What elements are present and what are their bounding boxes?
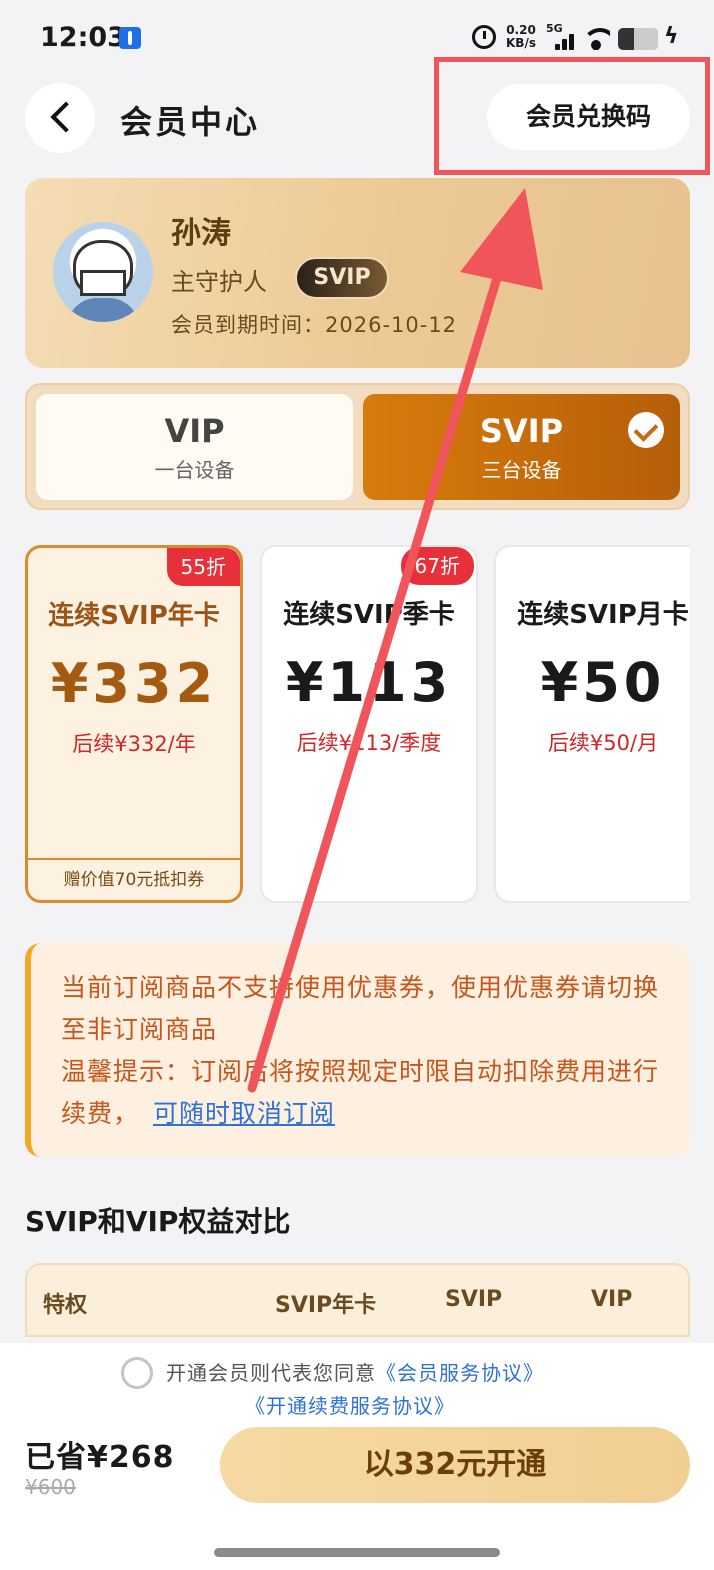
back-button[interactable] [25, 83, 95, 153]
discount-badge: 55折 [166, 548, 240, 586]
highlight-box [434, 57, 710, 175]
usb-icon [119, 27, 141, 49]
plan-renew-price: 后续¥50/月 [547, 731, 659, 755]
wifi-icon [582, 28, 610, 50]
svip-badge: SVIP [295, 257, 389, 299]
battery-icon [618, 28, 658, 50]
status-time: 12:03 [40, 22, 126, 53]
open-membership-button[interactable]: 以332元开通 [220, 1427, 690, 1503]
tab-vip-name: VIP [164, 412, 225, 450]
column-header: SVIP [445, 1287, 503, 1312]
net-speed-unit: KB/s [506, 36, 536, 50]
plan-card-annual[interactable]: 55折 连续SVIP年卡 ¥332 后续¥332/年 赠价值70元抵扣券 [25, 545, 243, 903]
plan-list: 55折 连续SVIP年卡 ¥332 后续¥332/年 赠价值70元抵扣券 67折… [25, 545, 690, 915]
renewal-agreement-link[interactable]: 《开通续费服务协议》 [245, 1390, 455, 1419]
agree-checkbox[interactable] [121, 1357, 153, 1389]
saved-amount: 已省¥268 [25, 1440, 175, 1475]
plan-name: 连续SVIP月卡 [517, 600, 689, 630]
plan-name: 连续SVIP年卡 [48, 601, 220, 631]
network-type: 5G [546, 22, 563, 35]
plan-card-monthly[interactable]: 连续SVIP月卡 ¥50 后续¥50/月 [494, 545, 690, 903]
tab-vip[interactable]: VIP 一台设备 [36, 394, 353, 500]
plan-gift: 赠价值70元抵扣券 [28, 858, 240, 900]
bottom-bar: 开通会员则代表您同意《会员服务协议》 《开通续费服务协议》 已省¥268 ¥60… [0, 1343, 714, 1570]
tab-svip-desc: 三台设备 [481, 458, 562, 482]
plan-price: ¥332 [50, 652, 218, 715]
member-service-agreement-link[interactable]: 《会员服务协议》 [376, 1361, 544, 1385]
plan-card-quarterly[interactable]: 67折 连续SVIP季卡 ¥113 后续¥113/季度 [260, 545, 478, 903]
plan-price: ¥50 [540, 651, 666, 714]
user-name: 孙涛 [171, 216, 231, 251]
discount-badge: 67折 [400, 547, 474, 585]
plan-price: ¥113 [285, 651, 453, 714]
notice-tip: 温馨提示：订阅后将按照规定时限自动扣除费用进行续费， [61, 1057, 660, 1128]
avatar [53, 222, 153, 322]
column-header: SVIP年卡 [275, 1293, 377, 1318]
expire-row: 会员到期时间：2026-10-12 [171, 309, 457, 339]
alarm-icon [472, 25, 496, 49]
agreement-text: 开通会员则代表您同意《会员服务协议》 [166, 1357, 544, 1386]
comparison-title: SVIP和VIP权益对比 [25, 1205, 291, 1238]
expire-label: 会员到期时间： [171, 313, 325, 337]
profile-card: 孙涛 主守护人 SVIP 会员到期时间：2026-10-12 [25, 178, 690, 368]
column-header: 特权 [43, 1293, 88, 1318]
expire-date: 2026-10-12 [325, 313, 458, 337]
page-title: 会员中心 [120, 103, 261, 141]
column-header: VIP [591, 1287, 633, 1312]
comparison-table-header: 特权 SVIP年卡 SVIP VIP [25, 1263, 690, 1337]
check-icon [628, 412, 664, 448]
charging-bolt-icon: ϟ [664, 24, 679, 49]
plan-renew-price: 后续¥113/季度 [296, 731, 442, 755]
notice-coupon-text: 当前订阅商品不支持使用优惠券，使用优惠券请切换至非订阅商品 [61, 973, 660, 1044]
subscription-notice: 当前订阅商品不支持使用优惠券，使用优惠券请切换至非订阅商品 温馨提示：订阅后将按… [25, 943, 690, 1157]
net-speed: 0.20 KB/s [506, 24, 536, 50]
plan-name: 连续SVIP季卡 [283, 600, 455, 630]
tab-svip[interactable]: SVIP 三台设备 [363, 394, 680, 500]
tab-vip-desc: 一台设备 [154, 458, 235, 482]
cancel-subscription-link[interactable]: 可随时取消订阅 [153, 1099, 335, 1128]
agree-prefix: 开通会员则代表您同意 [166, 1361, 376, 1385]
original-price: ¥600 [25, 1475, 76, 1499]
tier-tabs: VIP 一台设备 SVIP 三台设备 [25, 383, 690, 510]
notice-tip-text: 温馨提示：订阅后将按照规定时限自动扣除费用进行续费， 可随时取消订阅 [61, 1051, 666, 1135]
home-indicator[interactable] [214, 1548, 500, 1557]
user-role: 主守护人 [171, 268, 267, 296]
plan-renew-price: 后续¥332/年 [72, 732, 196, 756]
signal-icon: 5G [546, 22, 576, 50]
